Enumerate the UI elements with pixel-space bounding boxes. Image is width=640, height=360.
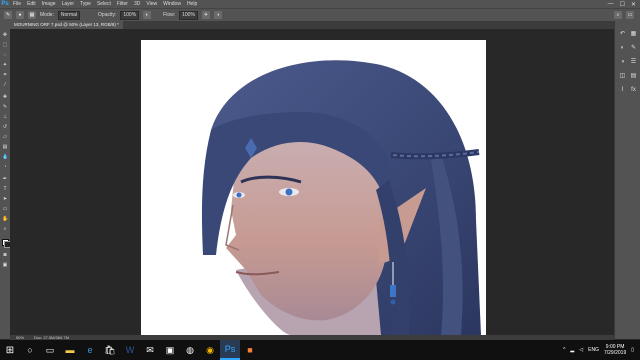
brush-tool-preset-icon[interactable]: ✎ <box>4 11 12 19</box>
properties-panel-icon[interactable]: ☰ <box>629 59 638 65</box>
history-panel-icon[interactable]: ↶ <box>618 31 627 37</box>
menu-file[interactable]: File <box>10 1 24 7</box>
document-canvas[interactable] <box>141 40 486 335</box>
photoshop-taskbar-icon[interactable]: Ps <box>220 340 240 360</box>
window-controls: — ☐ ✕ <box>608 1 640 8</box>
app-icon[interactable]: ■ <box>240 340 260 360</box>
airbrush-icon[interactable]: ✈ <box>201 11 210 19</box>
marquee-tool-icon[interactable]: ⬚ <box>2 43 8 48</box>
network-icon[interactable]: ▂ <box>570 347 574 353</box>
eyedropper-tool-icon[interactable]: ⁄ <box>2 83 8 88</box>
brush-panel-icon[interactable]: ▦ <box>28 11 36 19</box>
notifications-icon[interactable]: ▯ <box>631 347 634 353</box>
photoshop-logo-icon: Ps <box>1 1 9 7</box>
minimize-icon[interactable]: — <box>608 1 614 8</box>
quick-select-tool-icon[interactable]: ✦ <box>2 63 8 68</box>
mode-select[interactable]: Normal <box>57 10 81 20</box>
options-bar: ✎ ● ▦ Mode: Normal Opacity: 100% ◐ Flow:… <box>0 8 640 21</box>
document-tab[interactable]: MOURNING ORF 7.psd @ 50% (Layer 13, RGB/… <box>10 21 123 29</box>
panel-dock: ↶ ▦ ◐ ✎ ◑ ☰ ◫ ▤ ⌇ fx <box>614 21 640 339</box>
crop-tool-icon[interactable]: ⌗ <box>2 73 8 78</box>
close-icon[interactable]: ✕ <box>631 1 636 8</box>
swatches-panel-icon[interactable]: ▦ <box>629 31 638 37</box>
windows-icon[interactable]: ⊞ <box>0 340 20 360</box>
menu-view[interactable]: View <box>143 1 160 7</box>
move-tool-icon[interactable]: ✥ <box>2 33 8 38</box>
menu-layer[interactable]: Layer <box>59 1 78 7</box>
word-icon[interactable]: W <box>120 340 140 360</box>
language-indicator[interactable]: ENG <box>588 347 599 353</box>
menu-window[interactable]: Window <box>160 1 184 7</box>
canvas-pasteboard[interactable] <box>10 29 614 335</box>
menu-edit[interactable]: Edit <box>24 1 39 7</box>
clock-date: 7/29/2019 <box>603 350 627 356</box>
opacity-input[interactable]: 100% <box>120 10 140 20</box>
menu-3d[interactable]: 3D <box>131 1 143 7</box>
document-tab-bar: MOURNING ORF 7.psd @ 50% (Layer 13, RGB/… <box>10 21 614 29</box>
menu-bar: Ps File Edit Image Layer Type Select Fil… <box>0 0 640 8</box>
hand-tool-icon[interactable]: ✋ <box>2 217 8 222</box>
screen-mode-icon[interactable]: ▣ <box>2 263 8 268</box>
search-icon[interactable]: ○ <box>20 340 40 360</box>
gradient-tool-icon[interactable]: ▤ <box>2 145 8 150</box>
windows-taskbar: ⊞ ○ ▭ ▬ e 🛍 W ✉ ▣ ◍ ◉ Ps ■ ^ ▂ ◁ ENG 9:0… <box>0 340 640 360</box>
styles-panel-icon[interactable]: fx <box>629 87 638 93</box>
file-explorer-icon[interactable]: ▬ <box>60 340 80 360</box>
steam-icon[interactable]: ◍ <box>180 340 200 360</box>
menu-type[interactable]: Type <box>77 1 94 7</box>
store-icon[interactable]: 🛍 <box>100 340 120 360</box>
menu-image[interactable]: Image <box>39 1 59 7</box>
history-brush-tool-icon[interactable]: ↺ <box>2 125 8 130</box>
pen-tool-icon[interactable]: ✒ <box>2 177 8 182</box>
menu-help[interactable]: Help <box>184 1 200 7</box>
menu-filter[interactable]: Filter <box>114 1 131 7</box>
path-selection-tool-icon[interactable]: ➤ <box>2 197 8 202</box>
rectangle-tool-icon[interactable]: ▭ <box>2 207 8 212</box>
eraser-tool-icon[interactable]: ▱ <box>2 135 8 140</box>
artwork-illustration <box>201 60 481 335</box>
brush-size-icon[interactable]: ● <box>16 11 24 19</box>
clone-stamp-tool-icon[interactable]: ⊥ <box>2 115 8 120</box>
flow-input[interactable]: 100% <box>179 10 198 20</box>
healing-brush-tool-icon[interactable]: ✚ <box>2 95 8 100</box>
menu-select[interactable]: Select <box>94 1 114 7</box>
channels-panel-icon[interactable]: ▤ <box>629 73 638 79</box>
lasso-tool-icon[interactable]: ◌ <box>2 53 8 58</box>
volume-icon[interactable]: ◁ <box>579 347 583 353</box>
task-view-icon[interactable]: ▭ <box>40 340 60 360</box>
opacity-label: Opacity: <box>98 12 117 18</box>
dodge-tool-icon[interactable]: ◔ <box>2 165 8 170</box>
type-tool-icon[interactable]: T <box>2 187 8 192</box>
edge-icon[interactable]: e <box>80 340 100 360</box>
blur-tool-icon[interactable]: 💧 <box>2 155 8 160</box>
chrome-icon[interactable]: ◉ <box>200 340 220 360</box>
mail-icon[interactable]: ✉ <box>140 340 160 360</box>
system-tray: ^ ▂ ◁ ENG 9:00 PM 7/29/2019 ▯ <box>563 344 640 356</box>
brush-panel-icon[interactable]: ✎ <box>629 45 638 51</box>
chevron-up-icon[interactable]: ^ <box>563 347 565 353</box>
maximize-icon[interactable]: ☐ <box>620 1 625 8</box>
brush-tool-icon[interactable]: ✎ <box>2 105 8 110</box>
pressure-size-icon[interactable]: ◑ <box>213 11 222 19</box>
paths-panel-icon[interactable]: ⌇ <box>618 87 627 93</box>
color-panel-icon[interactable]: ◐ <box>618 45 627 51</box>
adjustments-panel-icon[interactable]: ◑ <box>618 59 627 65</box>
mode-label: Mode: <box>40 12 54 18</box>
pressure-opacity-icon[interactable]: ◐ <box>143 11 152 19</box>
options-right: ⌕ ▭ <box>614 11 640 19</box>
zoom-tool-icon[interactable]: ⌕ <box>2 227 8 232</box>
workspace-icon[interactable]: ▭ <box>626 11 634 19</box>
photos-icon[interactable]: ▣ <box>160 340 180 360</box>
quick-mask-icon[interactable]: ◙ <box>2 253 8 258</box>
clock[interactable]: 9:00 PM 7/29/2019 <box>604 344 626 356</box>
search-icon[interactable]: ⌕ <box>614 11 622 19</box>
layers-panel-icon[interactable]: ◫ <box>618 73 627 79</box>
flow-label: Flow: <box>163 12 176 18</box>
